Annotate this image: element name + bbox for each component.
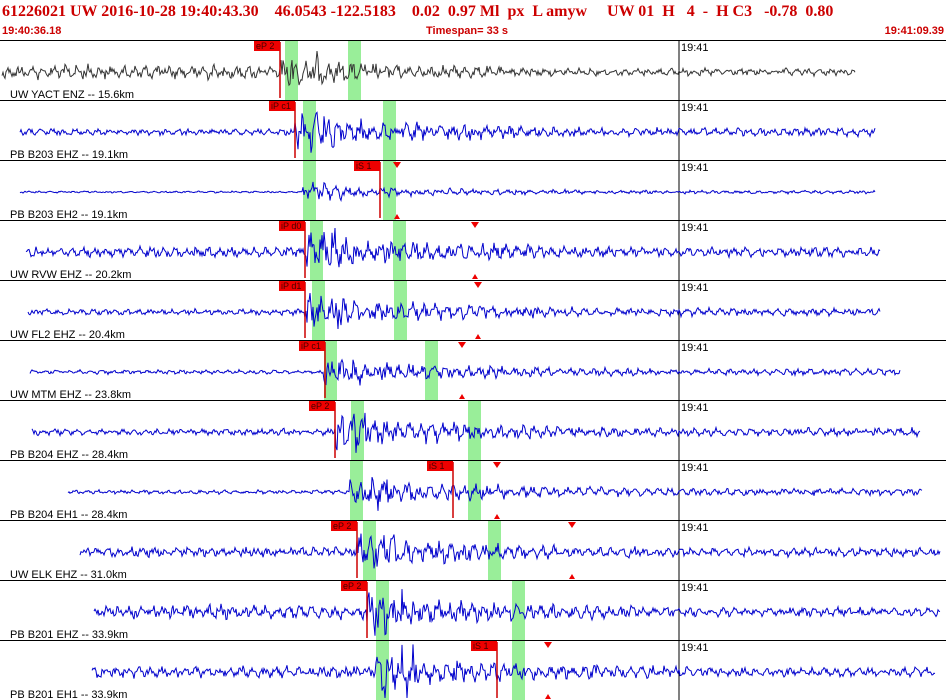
trace-row: 19:41 eP 2 PB B201 EHZ -- 33.9km — [0, 580, 946, 641]
station-label: UW ELK EHZ -- 31.0km — [10, 569, 127, 581]
s-marker-top — [458, 342, 466, 348]
s-marker-bottom — [475, 334, 481, 339]
waveform — [19, 111, 876, 153]
waveform — [67, 477, 923, 511]
phase-window — [310, 221, 323, 280]
header-bar: 61226021 UW 2016-10-28 19:40:43.30 46.05… — [0, 0, 946, 40]
station-label: PB B201 EH1 -- 33.9km — [10, 689, 127, 700]
phase-window — [376, 581, 389, 640]
pick-label: iP d1 — [281, 281, 301, 291]
s-marker-top — [474, 282, 482, 288]
trace-row: 19:41 eP 2 PB B204 EHZ -- 28.4km — [0, 400, 946, 461]
pick-label: iS 1 — [429, 461, 445, 471]
s-marker-bottom — [494, 514, 500, 519]
pick-label: iS 1 — [356, 161, 372, 171]
pick-label: eP 2 — [333, 521, 351, 531]
timespan-label: Timespan= 33 s — [426, 25, 509, 37]
station-label: PB B203 EHZ -- 19.1km — [10, 149, 128, 161]
s-marker-top — [493, 462, 501, 468]
minute-label: 19:41 — [681, 642, 709, 654]
phase-window — [376, 641, 389, 700]
phase-window — [363, 521, 376, 580]
station-label: UW FL2 EHZ -- 20.4km — [10, 329, 125, 341]
station-label: PB B203 EH2 -- 19.1km — [10, 209, 127, 221]
minute-label: 19:41 — [681, 102, 709, 114]
pick-label: eP 2 — [343, 581, 361, 591]
minute-label: 19:41 — [681, 522, 709, 534]
waveform — [29, 358, 901, 386]
minute-label: 19:41 — [681, 342, 709, 354]
station-label: PB B204 EHZ -- 28.4km — [10, 449, 128, 461]
phase-window — [351, 401, 364, 460]
trace-row: 19:41 eP 2 UW ELK EHZ -- 31.0km — [0, 520, 946, 581]
trace-row: 19:41 iP c1 PB B203 EHZ -- 19.1km — [0, 100, 946, 161]
trace-row: 19:41 iP d0 UW RVW EHZ -- 20.2km — [0, 220, 946, 281]
start-time: 19:40:36.18 — [2, 25, 62, 37]
station-label: UW MTM EHZ -- 23.8km — [10, 389, 131, 401]
pick-label: iP c1 — [271, 101, 291, 111]
end-time: 19:41:09.39 — [884, 25, 944, 37]
waveform — [27, 292, 881, 330]
s-marker-bottom — [472, 274, 478, 279]
trace-row: 19:41 iP d1 UW FL2 EHZ -- 20.4km — [0, 280, 946, 341]
station-label: PB B204 EH1 -- 28.4km — [10, 509, 127, 521]
seismogram-panel: 19:41 eP 2 UW YACT ENZ -- 15.6km 19:41 iP c1… — [0, 40, 946, 700]
minute-label: 19:41 — [681, 42, 709, 54]
waveform — [79, 533, 941, 569]
pick-label: iP d0 — [281, 221, 301, 231]
trace-row: 19:41 iS 1 PB B204 EH1 -- 28.4km — [0, 460, 946, 521]
waveform — [1, 51, 856, 87]
phase-window — [512, 581, 525, 640]
trace-row: 19:41 iS 1 PB B201 EH1 -- 33.9km — [0, 640, 946, 700]
trace-row: 19:41 iP c1 UW MTM EHZ -- 23.8km — [0, 340, 946, 401]
waveform — [19, 181, 876, 203]
minute-label: 19:41 — [681, 582, 709, 594]
waveform — [25, 227, 881, 268]
station-label: UW RVW EHZ -- 20.2km — [10, 269, 131, 281]
phase-window — [425, 341, 438, 400]
pick-label: eP 2 — [311, 401, 329, 411]
s-marker-bottom — [545, 694, 551, 699]
minute-label: 19:41 — [681, 222, 709, 234]
pick-label: iP c1 — [301, 341, 321, 351]
station-label: PB B201 EHZ -- 33.9km — [10, 629, 128, 641]
minute-label: 19:41 — [681, 462, 709, 474]
station-label: UW YACT ENZ -- 15.6km — [10, 89, 134, 101]
event-title: 61226021 UW 2016-10-28 19:40:43.30 46.05… — [2, 3, 834, 20]
s-marker-top — [471, 222, 479, 228]
trace-row: 19:41 iS 1 PB B203 EH2 -- 19.1km — [0, 160, 946, 221]
s-marker-bottom — [569, 574, 575, 579]
minute-label: 19:41 — [681, 282, 709, 294]
s-marker-top — [544, 642, 552, 648]
pick-label: eP 2 — [256, 41, 274, 51]
trace-row: 19:41 eP 2 UW YACT ENZ -- 15.6km — [0, 40, 946, 101]
minute-label: 19:41 — [681, 162, 709, 174]
phase-window — [324, 341, 337, 400]
pick-label: iS 1 — [473, 641, 489, 651]
s-marker-bottom — [459, 394, 465, 399]
minute-label: 19:41 — [681, 402, 709, 414]
s-marker-top — [568, 522, 576, 528]
